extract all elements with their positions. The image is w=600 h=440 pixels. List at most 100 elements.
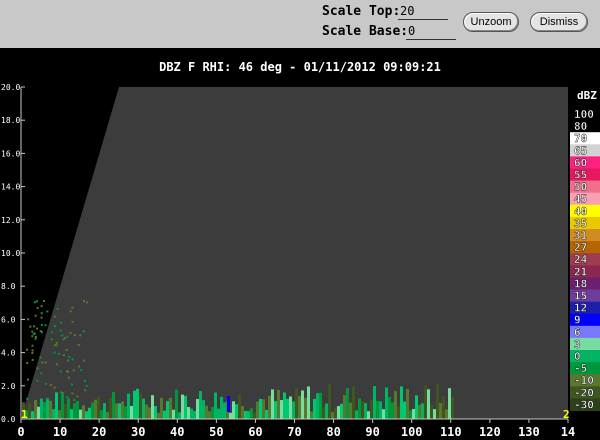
echo-column	[121, 401, 124, 419]
y-tick-label: 12.0	[1, 216, 20, 225]
echo-column	[220, 396, 223, 419]
colorbar-level-label: -20	[574, 386, 594, 399]
echo-column	[262, 399, 265, 419]
echo-speckle	[71, 320, 74, 323]
colorbar-level-label: 60	[574, 156, 587, 169]
echo-column	[274, 401, 277, 419]
echo-column	[421, 403, 424, 419]
echo-column	[400, 386, 403, 419]
echo-speckle	[41, 361, 44, 364]
echo-column	[235, 404, 238, 419]
echo-column	[205, 405, 208, 419]
echo-speckle	[26, 361, 29, 364]
echo-column	[256, 401, 259, 419]
echo-column	[451, 397, 454, 419]
echo-column	[130, 405, 133, 419]
echo-column	[433, 409, 436, 419]
echo-column	[49, 400, 52, 419]
echo-speckle	[71, 392, 74, 395]
echo-speckle	[44, 361, 47, 364]
echo-speckle	[27, 318, 30, 321]
echo-column	[283, 392, 286, 419]
rhi-plot[interactable]: 0 10 20 30 40 50 60 70 80 90 100 110 120 130 140.02.04…	[0, 0, 600, 440]
echo-column	[136, 388, 139, 419]
colorbar-level-label: -10	[574, 374, 594, 387]
echo-column	[343, 395, 346, 419]
echo-speckle	[34, 314, 37, 317]
echo-speckle	[57, 352, 60, 355]
echo-speckle	[59, 329, 62, 332]
echo-column	[367, 411, 370, 419]
echo-column	[445, 409, 448, 419]
y-tick-label: 16.0	[1, 149, 20, 158]
echo-speckle	[82, 330, 85, 333]
echo-column	[358, 398, 361, 419]
x-tick-label: 60	[248, 425, 262, 439]
echo-speckle	[53, 386, 56, 389]
echo-column	[334, 407, 337, 419]
echo-column	[424, 385, 427, 419]
echo-column	[289, 396, 292, 419]
echo-column	[37, 406, 40, 419]
echo-column	[346, 388, 349, 419]
x-tick-label: 14	[561, 425, 575, 439]
echo-speckle	[26, 397, 29, 400]
echo-column	[133, 390, 136, 419]
echo-column	[331, 411, 334, 419]
echo-column	[64, 403, 67, 419]
echo-column	[448, 388, 451, 419]
y-tick-label: 0.0	[1, 415, 16, 424]
echo-speckle	[40, 324, 43, 327]
colorbar-level-label: 100	[574, 108, 594, 121]
echo-speckle	[84, 389, 87, 392]
echo-column	[94, 399, 97, 419]
y-tick-label: 8.0	[1, 282, 16, 291]
echo-column	[58, 410, 61, 419]
echo-speckle	[55, 341, 58, 344]
echo-core	[227, 396, 230, 412]
echo-speckle	[34, 337, 37, 340]
echo-column	[394, 391, 397, 419]
colorbar-level-label: 45	[574, 193, 587, 206]
echo-column	[418, 404, 421, 419]
echo-column	[277, 389, 280, 419]
echo-speckle	[46, 310, 49, 313]
echo-column	[184, 395, 187, 419]
colorbar-level-label: 24	[574, 253, 588, 266]
echo-speckle	[39, 356, 42, 359]
colorbar-level-label: 6	[574, 326, 581, 339]
echo-column	[370, 399, 373, 419]
echo-column	[430, 404, 433, 419]
echo-column	[145, 404, 148, 419]
echo-column	[259, 398, 262, 419]
echo-column	[202, 400, 205, 419]
echo-column	[166, 401, 169, 419]
echo-speckle	[31, 349, 34, 352]
x-tick-label: 50	[209, 425, 223, 439]
echo-column	[292, 401, 295, 419]
echo-column	[304, 397, 307, 419]
echo-column	[286, 398, 289, 419]
echo-column	[223, 402, 226, 419]
echo-column	[208, 411, 211, 419]
echo-column	[301, 390, 304, 419]
echo-column	[265, 409, 268, 419]
echo-column	[385, 387, 388, 419]
x-tick-label: 40	[170, 425, 184, 439]
colorbar-level-label: 9	[574, 314, 581, 327]
colorbar-level-label: 31	[574, 229, 588, 242]
echo-speckle	[68, 376, 71, 379]
echo-speckle	[40, 372, 43, 375]
echo-speckle	[69, 331, 72, 334]
echo-column	[391, 402, 394, 419]
echo-column	[211, 407, 214, 419]
echo-column	[55, 392, 58, 419]
echo-speckle	[60, 321, 63, 324]
echo-column	[88, 407, 91, 419]
echo-column	[373, 385, 376, 419]
echo-column	[247, 410, 250, 419]
echo-column	[106, 411, 109, 419]
echo-column	[181, 394, 184, 419]
echo-column	[112, 391, 115, 419]
echo-column	[139, 393, 142, 419]
